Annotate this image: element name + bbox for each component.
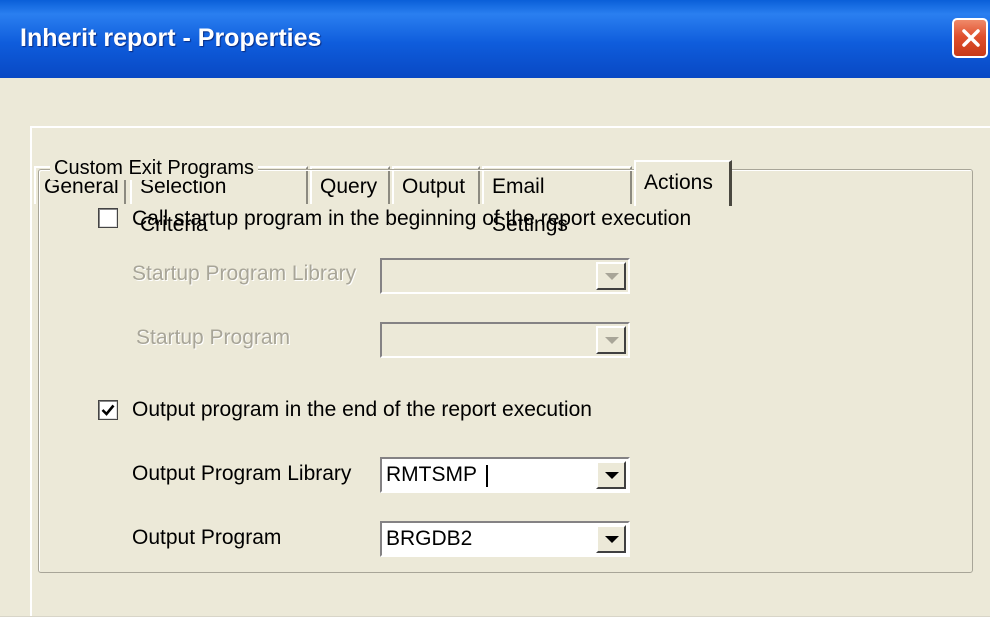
startup-program-combo [380, 322, 630, 358]
close-icon [962, 29, 980, 47]
group-label: Custom Exit Programs [50, 157, 259, 180]
output-program-combo[interactable]: BRGDB2 [380, 521, 630, 557]
startup-library-label: Startup Program Library [132, 262, 357, 285]
output-library-value[interactable]: RMTSMP [386, 463, 477, 487]
output-program-checkbox[interactable] [98, 400, 118, 420]
chevron-down-icon [605, 337, 619, 344]
tab-strip: General Selection Criteria Query Output … [0, 78, 990, 236]
checkmark-icon [101, 404, 115, 416]
output-library-combo[interactable]: RMTSMP [380, 457, 630, 493]
output-program-dropdown-button[interactable] [596, 525, 626, 553]
output-library-dropdown-button[interactable] [596, 461, 626, 489]
window-title: Inherit report - Properties [20, 24, 322, 52]
startup-program-checkbox-label[interactable]: Call startup program in the beginning of… [132, 207, 691, 231]
startup-program-label: Startup Program [136, 326, 291, 349]
text-cursor [486, 465, 488, 487]
startup-program-dropdown-button [596, 326, 626, 354]
chevron-down-icon [605, 273, 619, 280]
output-library-label: Output Program Library [132, 462, 352, 485]
close-button[interactable] [952, 18, 988, 58]
title-bar[interactable]: Inherit report - Properties [0, 0, 990, 78]
startup-program-checkbox[interactable] [98, 208, 118, 228]
startup-library-dropdown-button [596, 262, 626, 290]
properties-dialog: Inherit report - Properties General Sele… [0, 0, 990, 617]
startup-library-combo [380, 258, 630, 294]
tab-actions[interactable]: Actions [634, 160, 732, 206]
output-program-value[interactable]: BRGDB2 [386, 527, 472, 551]
tab-label: Actions [644, 171, 713, 194]
output-program-checkbox-label[interactable]: Output program in the end of the report … [132, 398, 592, 422]
chevron-down-icon [605, 536, 619, 543]
output-program-label: Output Program [132, 526, 282, 549]
chevron-down-icon [605, 472, 619, 479]
